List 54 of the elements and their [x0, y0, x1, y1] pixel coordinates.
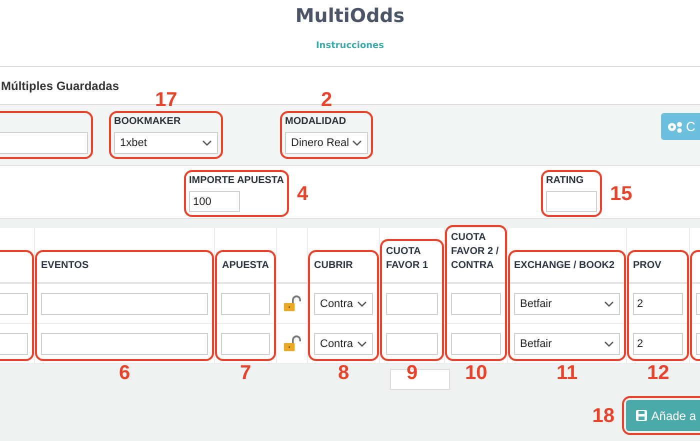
- dropdown[interactable]: Contra: [314, 292, 373, 314]
- chevron-icon: [357, 340, 367, 346]
- input-field[interactable]: [41, 292, 208, 314]
- dropdown[interactable]: Betfair: [514, 332, 620, 354]
- annotation-number: 18: [592, 404, 615, 426]
- column-header: APUESTA: [215, 228, 277, 284]
- section-title: Múltiples Guardadas: [1, 78, 120, 92]
- input-field[interactable]: [221, 292, 270, 314]
- input-field[interactable]: [221, 332, 270, 354]
- column-header: EXCHANGE / BOOK2: [508, 228, 627, 284]
- padlock-icon: [283, 335, 301, 352]
- dropdown[interactable]: Dinero Real: [285, 132, 368, 154]
- field-label: RATING: [546, 175, 585, 187]
- input-field[interactable]: 2: [633, 332, 683, 354]
- field-label: BOOKMAKER: [114, 116, 182, 128]
- dropdown[interactable]: Betfair: [514, 292, 620, 314]
- padlock-icon: [283, 295, 301, 312]
- input-field[interactable]: [546, 191, 598, 212]
- chevron-icon: [357, 300, 367, 306]
- annotation-number: 17: [155, 89, 178, 111]
- annotation-number: 9: [406, 362, 418, 384]
- gears-icon: [667, 120, 683, 132]
- column-header: EVENTOS: [35, 228, 215, 284]
- page-title: MultiOdds: [295, 5, 405, 27]
- annotation-number: 12: [647, 362, 670, 384]
- input-field[interactable]: [451, 292, 501, 314]
- annotation-number: 11: [556, 362, 578, 384]
- field-label: MODALIDAD: [285, 116, 348, 128]
- column-header: CUOTA FAVOR 1: [380, 228, 445, 284]
- annotation-number: 7: [240, 362, 252, 384]
- annotation-number: 15: [610, 182, 632, 204]
- annotation-number: 6: [119, 362, 130, 384]
- input-field[interactable]: [386, 292, 438, 314]
- column-header: CUBRIR: [308, 228, 380, 284]
- input-field[interactable]: [0, 132, 88, 154]
- chevron-icon: [202, 140, 212, 146]
- input-field[interactable]: [386, 332, 438, 354]
- annotation-number: 10: [465, 362, 488, 384]
- save-icon: [636, 410, 648, 421]
- field-label: IMPORTE APUESTA: [189, 175, 284, 187]
- input-field[interactable]: [41, 332, 208, 354]
- chevron-icon: [604, 340, 614, 346]
- chevron-icon: [352, 140, 362, 146]
- chevron-icon: [604, 300, 614, 306]
- dropdown[interactable]: Contra: [314, 332, 373, 354]
- column-header: PROV: [627, 228, 690, 284]
- annotation-number: 8: [338, 362, 350, 384]
- annotation-number: 2: [321, 89, 332, 111]
- annotation-number: 4: [297, 182, 308, 204]
- input-field[interactable]: [451, 332, 501, 354]
- dropdown[interactable]: 1xbet: [114, 132, 218, 154]
- input-field[interactable]: 2: [633, 292, 683, 314]
- column-header: CUOTA FAVOR 2 / CONTRA: [445, 228, 508, 284]
- input-field[interactable]: 100: [189, 191, 240, 212]
